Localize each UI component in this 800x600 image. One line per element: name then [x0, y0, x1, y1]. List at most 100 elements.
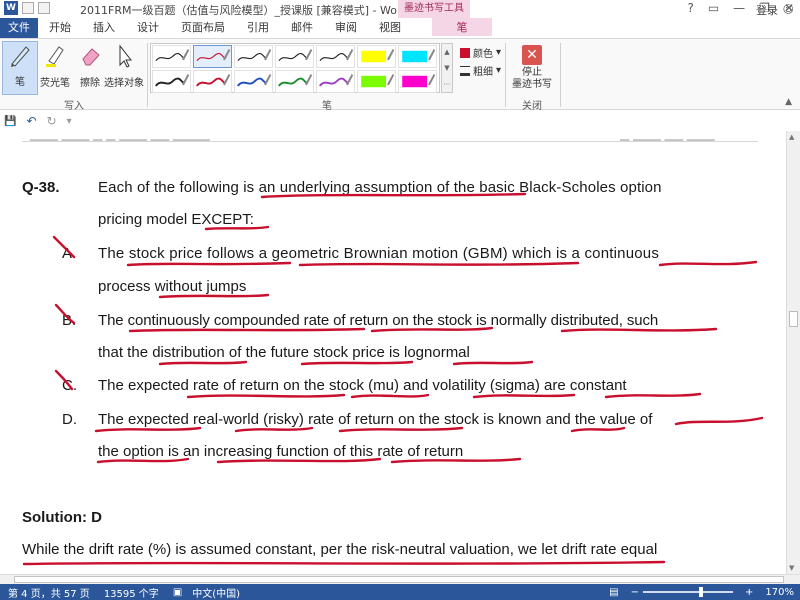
pen-preset-8[interactable] [193, 70, 232, 93]
stop-inking-label-1: 停止 [522, 67, 542, 78]
pen-preset-5[interactable] [357, 45, 396, 68]
question-number: Q-38. [22, 179, 60, 196]
ink-underline [94, 426, 202, 433]
quick-access-toolbar: 💾 ↶ ↻ ▾ [0, 111, 800, 131]
help-icon[interactable]: ? [687, 1, 693, 15]
scroll-down-icon[interactable]: ▼ [789, 564, 794, 572]
minimize-icon[interactable]: — [733, 1, 745, 15]
word-count[interactable]: 13595 个字 [104, 585, 159, 600]
title-bar: W 2011FRM一级百题（估值与风险模型）_授课版 [兼容模式] - Word… [0, 0, 800, 18]
pen-stroke-icon [278, 73, 313, 87]
pen-preset-6[interactable] [398, 45, 437, 68]
pen-stroke-icon [237, 48, 272, 61]
tab-4[interactable]: 页面布局 [170, 18, 236, 38]
pen-stroke-icon [155, 48, 190, 61]
ribbon-separator [560, 43, 561, 107]
language-indicator[interactable]: 中文(中国) [192, 585, 240, 600]
highlighter-swatch-icon [361, 73, 395, 88]
zoom-slider-knob[interactable] [699, 587, 704, 597]
pen-preset-9[interactable] [234, 70, 273, 93]
highlighter-swatch-icon [402, 73, 436, 88]
horizontal-scrollbar[interactable] [0, 574, 800, 584]
ink-underline [22, 560, 666, 566]
stop-inking-icon: ✕ [522, 45, 542, 65]
ribbon-display-icon[interactable]: ▭ [708, 1, 719, 15]
tab-8[interactable]: 视图 [368, 18, 412, 38]
pen-preset-2[interactable] [234, 45, 273, 68]
page-header-fragment: ▁▁▁ ▁▁▁ ▁ ▁ ▁▁▁ ▁▁ ▁▁▁▁ [30, 131, 210, 141]
pen-icon [11, 46, 30, 67]
tab-2[interactable]: 插入 [82, 18, 126, 38]
redo-icon[interactable]: ↻ [47, 114, 57, 128]
option-c-line-1: The expected rate of return on the stock… [98, 377, 627, 394]
vertical-scrollbar[interactable]: ▲ ▼ [786, 131, 800, 574]
pen-stroke-icon [196, 48, 231, 61]
ink-underline [560, 327, 718, 333]
pen-gallery [150, 43, 440, 93]
eraser-icon [82, 48, 100, 66]
tab-1[interactable]: 开始 [38, 18, 82, 38]
pen-preset-1[interactable] [193, 45, 232, 68]
color-swatch-icon [460, 47, 470, 58]
pen-color-button[interactable]: 颜色 ▾ [460, 45, 501, 60]
feedback-smile-icon[interactable]: ☺ [783, 3, 794, 16]
pen-thickness-button[interactable]: 粗细 ▾ [460, 63, 501, 78]
stop-inking-label-2: 墨迹书写 [512, 79, 552, 90]
pen-preset-10[interactable] [275, 70, 314, 93]
pen-preset-4[interactable] [316, 45, 355, 68]
group-label-write: 写入 [64, 101, 84, 112]
ink-underline [350, 393, 430, 399]
highlighter-tool-button[interactable]: 荧光笔 [36, 43, 74, 89]
tab-3[interactable]: 设计 [126, 18, 170, 38]
page-count[interactable]: 第 4 页，共 57 页 [8, 585, 90, 600]
solution-text: While the drift rate (%) is assumed cons… [22, 541, 658, 558]
page-header-rule [22, 141, 758, 142]
solution-heading: Solution: D [22, 509, 102, 526]
pen-preset-3[interactable] [275, 45, 314, 68]
pen-stroke-icon [278, 48, 313, 61]
pen-preset-11[interactable] [316, 70, 355, 93]
tab-0[interactable]: 文件 [0, 18, 38, 38]
ink-underline [452, 360, 534, 366]
scroll-up-icon[interactable]: ▲ [789, 133, 794, 141]
pen-preset-12[interactable] [357, 70, 396, 93]
customize-qat-icon[interactable]: ▾ [67, 116, 72, 127]
tab-9[interactable]: 笔 [432, 18, 492, 38]
vertical-scroll-thumb[interactable] [789, 311, 798, 327]
tab-7[interactable]: 审阅 [324, 18, 368, 38]
stop-inking-button[interactable]: ✕ 停止 墨迹书写 [508, 43, 556, 91]
tab-6[interactable]: 邮件 [280, 18, 324, 38]
pen-gallery-scroll[interactable]: ▲ ▼ ⋯ [441, 43, 453, 93]
save-icon[interactable]: 💾 [4, 116, 16, 127]
horizontal-scroll-thumb[interactable] [14, 576, 784, 583]
document-page[interactable]: ▁▁▁ ▁▁▁ ▁ ▁ ▁▁▁ ▁▁ ▁▁▁▁ ▁ ▁▁▁ ▁▁ ▁▁▁ Q-3… [0, 131, 786, 574]
eraser-tool-label: 擦除 [80, 78, 100, 89]
select-objects-button[interactable]: 选择对象 [104, 43, 144, 89]
view-mode-icon[interactable]: ▤ [609, 587, 618, 598]
eraser-tool-button[interactable]: 擦除 [72, 43, 108, 89]
proofing-icon[interactable]: ▣ [173, 587, 182, 598]
pen-preset-0[interactable] [152, 45, 191, 68]
ink-underline [570, 426, 626, 433]
pen-preset-13[interactable] [398, 70, 437, 93]
collapse-ribbon-icon[interactable]: ▲ [785, 97, 792, 107]
ink-underline [298, 261, 580, 267]
zoom-in-icon[interactable]: + [745, 587, 753, 598]
pen-tool-button[interactable]: 笔 [2, 41, 38, 95]
option-b-letter: B. [62, 312, 77, 329]
qat-mini-icon-2[interactable] [38, 2, 50, 14]
qat-mini-icon[interactable] [22, 2, 34, 14]
ribbon-tabs: 文件 开始 插入 设计 页面布局 引用 邮件 审阅 视图笔 [0, 18, 800, 38]
login-link[interactable]: 登录 [756, 2, 778, 18]
zoom-level[interactable]: 170% [765, 587, 794, 598]
question-stem-line-2: pricing model EXCEPT: [98, 211, 254, 228]
window-controls: ? ▭ — ❐ ✕ [687, 1, 794, 15]
zoom-slider[interactable] [643, 587, 734, 597]
ink-underline [300, 360, 414, 366]
highlighter-tool-label: 荧光笔 [40, 78, 70, 89]
pen-preset-7[interactable] [152, 70, 191, 93]
undo-icon[interactable]: ↶ [26, 114, 36, 128]
tab-5[interactable]: 引用 [236, 18, 280, 38]
ink-underline [674, 416, 764, 426]
zoom-out-icon[interactable]: − [631, 587, 639, 598]
